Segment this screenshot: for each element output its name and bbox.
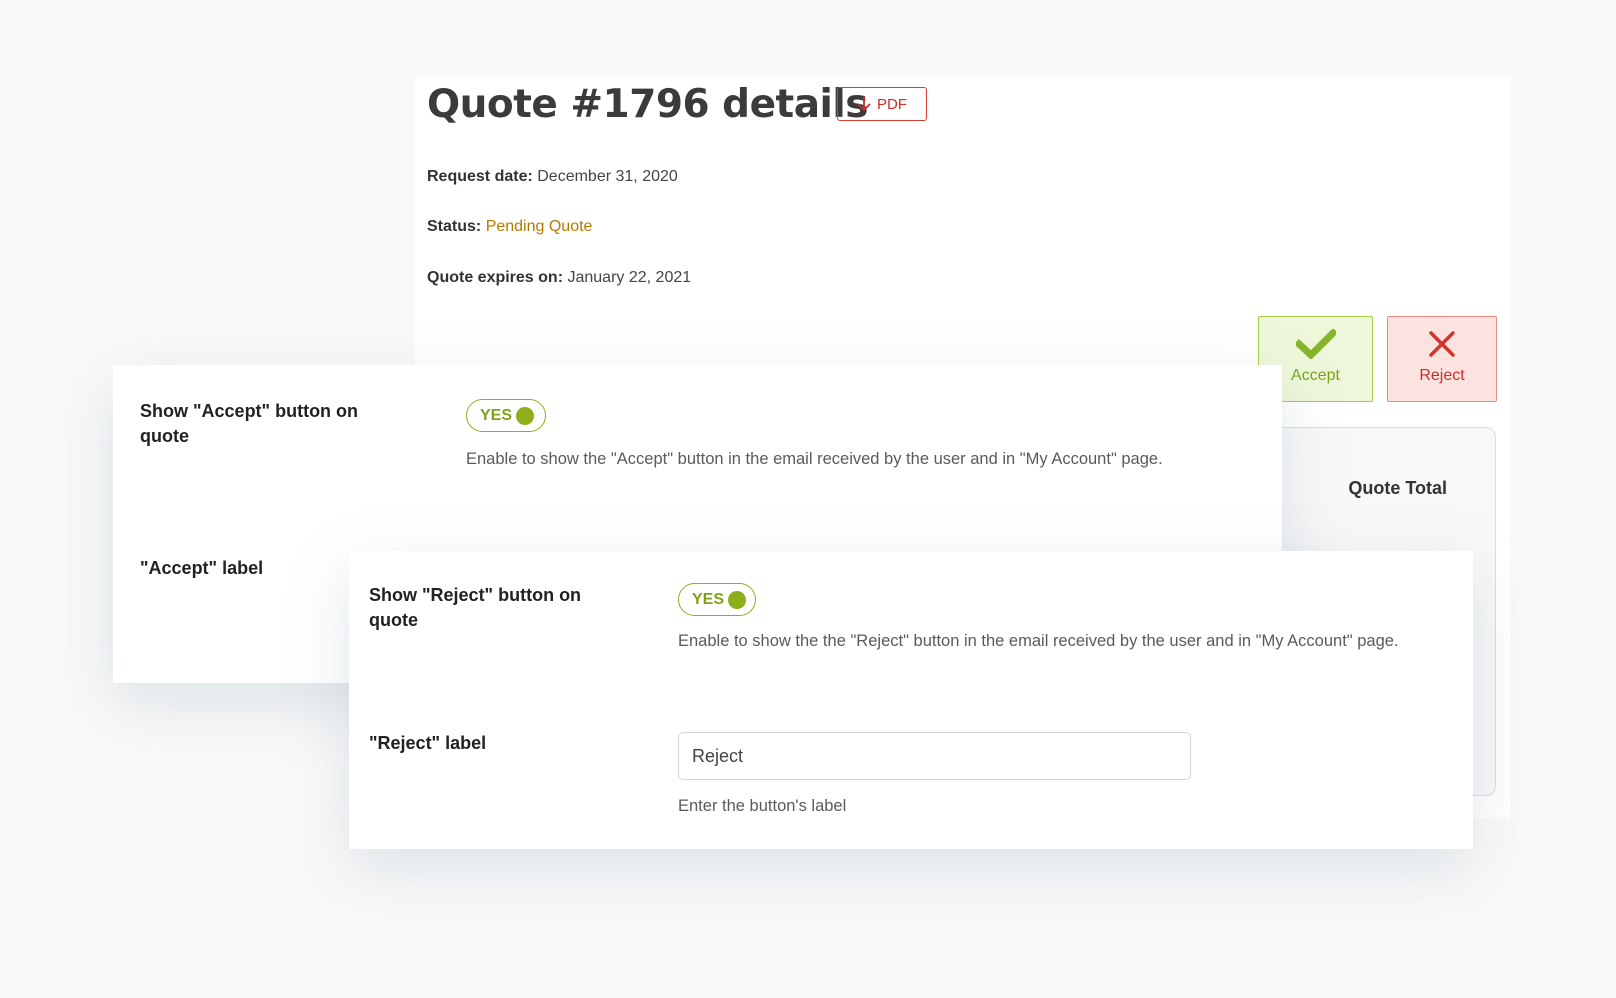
close-x-icon bbox=[1429, 331, 1455, 357]
expiry-row: Quote expires on: January 22, 2021 bbox=[427, 269, 691, 287]
expires-value: January 22, 2021 bbox=[567, 269, 692, 286]
show-reject-label: Show "Reject" button on quote bbox=[369, 585, 582, 630]
reject-settings-card: Show "Reject" button on quote YES Enable… bbox=[349, 551, 1473, 849]
page-title: Quote #1796 details bbox=[427, 82, 868, 127]
show-accept-toggle[interactable]: YES bbox=[466, 399, 546, 432]
status-label: Status: bbox=[427, 218, 482, 235]
status-value: Pending Quote bbox=[485, 218, 593, 235]
toggle-knob bbox=[728, 590, 747, 609]
toggle-yes-text: YES bbox=[480, 406, 513, 424]
request-date-row: Request date: December 31, 2020 bbox=[427, 168, 678, 186]
reject-button[interactable]: Reject bbox=[1387, 316, 1497, 402]
reject-label-input[interactable] bbox=[678, 732, 1191, 780]
show-accept-label: Show "Accept" button on quote bbox=[140, 401, 359, 446]
request-date-value: December 31, 2020 bbox=[537, 168, 678, 185]
arrow-down-icon bbox=[857, 96, 871, 111]
show-accept-description: Enable to show the "Accept" button in th… bbox=[466, 450, 1163, 468]
request-date-label: Request date: bbox=[427, 168, 533, 185]
reject-label: Reject bbox=[1419, 367, 1465, 384]
status-row: Status: Pending Quote bbox=[427, 218, 592, 236]
quote-total-label: Quote Total bbox=[1348, 478, 1447, 498]
expires-label: Quote expires on: bbox=[427, 269, 564, 286]
toggle-knob bbox=[516, 406, 535, 425]
toggle-yes-text: YES bbox=[692, 590, 725, 608]
reject-label-help: Enter the button's label bbox=[678, 797, 847, 815]
reject-label-field-label: "Reject" label bbox=[369, 733, 487, 753]
show-reject-toggle[interactable]: YES bbox=[678, 583, 756, 616]
accept-label-field-label: "Accept" label bbox=[140, 558, 264, 578]
pdf-download-button[interactable]: PDF bbox=[837, 87, 927, 121]
pdf-label: PDF bbox=[877, 95, 907, 113]
accept-label: Accept bbox=[1291, 367, 1340, 384]
checkmark-icon bbox=[1295, 329, 1336, 359]
show-reject-description: Enable to show the the "Reject" button i… bbox=[678, 632, 1399, 650]
